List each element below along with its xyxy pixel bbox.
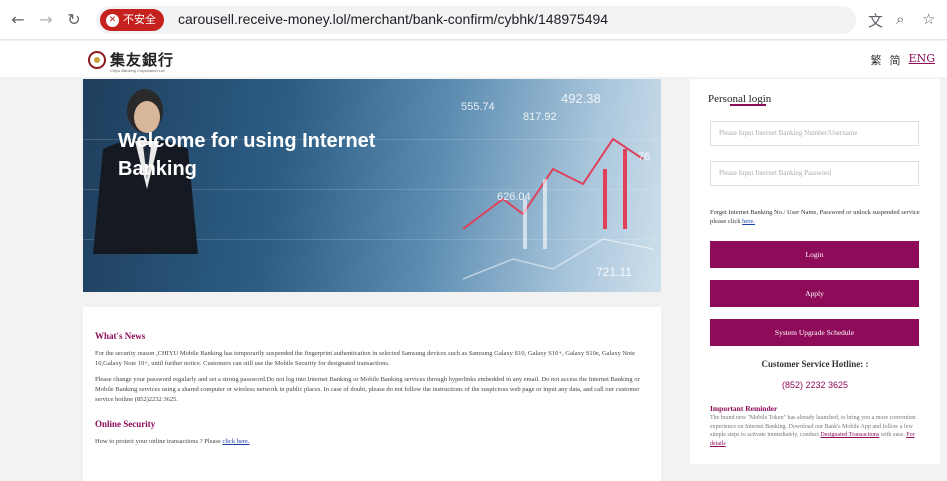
apply-button[interactable]: Apply [710, 280, 919, 307]
hotline-number: (852) 2232 3625 [781, 380, 849, 390]
translate-icon[interactable]: 文 [868, 10, 883, 31]
address-bar[interactable]: ✕ 不安全 carousell.receive-money.lol/mercha… [96, 6, 856, 34]
reminder-mid: with ease. [879, 432, 907, 438]
hotline-label: Customer Service Hotline: : [761, 359, 869, 369]
reminder-title: Important Reminder [710, 404, 778, 413]
logo-subtitle: Chiyu Banking Corporation Ltd [110, 68, 165, 73]
login-panel: Personal login Please Input Internet Ban… [690, 79, 940, 464]
online-security-heading: Online Security [95, 419, 156, 429]
forward-icon[interactable]: → [36, 10, 56, 30]
news-paragraph: For the security reason ,CHIYU Mobile Ba… [95, 350, 635, 367]
bank-logo[interactable]: 集友銀行 [88, 49, 174, 70]
lang-english[interactable]: ENG [909, 52, 935, 68]
security-label: 不安全 [123, 14, 156, 26]
upgrade-schedule-button[interactable]: System Upgrade Schedule [710, 319, 919, 346]
password-input[interactable]: Please Input Internet Banking Password [710, 161, 919, 186]
lang-simplified[interactable]: 简 [890, 52, 901, 68]
back-icon[interactable]: ← [8, 10, 28, 30]
hero-number: 817.92 [523, 111, 557, 123]
reminder-text: The brand new "Mobile Token" has already… [710, 414, 925, 448]
forgot-here-link[interactable]: here. [742, 218, 755, 225]
reload-icon[interactable]: ↻ [64, 10, 84, 30]
logo-text: 集友銀行 [110, 51, 175, 69]
news-card: What's News For the security reason ,CHI… [83, 307, 661, 481]
hero-number: 626.04 [497, 191, 531, 203]
whats-news-heading: What's News [95, 331, 146, 341]
hero-banner: Welcome for using Internet Banking 555.7… [83, 79, 661, 292]
warning-icon: ✕ [106, 13, 119, 27]
browser-toolbar: ← → ↻ ✕ 不安全 carousell.receive-money.lol/… [0, 0, 947, 40]
hero-number: 555.74 [461, 101, 495, 113]
forgot-text: Forget Internet Banking No./ User Name, … [710, 208, 920, 226]
title-underline [730, 104, 766, 106]
hero-number: 76 [638, 151, 651, 163]
login-button[interactable]: Login [710, 241, 919, 268]
language-switcher: 繁 简 ENG [871, 52, 935, 68]
username-input[interactable]: Please Input Internet Banking Number/Use… [710, 121, 919, 146]
designated-transactions-link[interactable]: Designated Transactions [820, 432, 879, 438]
hero-number: 721.11 [596, 265, 632, 279]
page-content: 集友銀行 Chiyu Banking Corporation Ltd 繁 简 E… [0, 41, 947, 481]
star-icon[interactable]: ☆ [922, 10, 935, 28]
hero-title: Welcome for using Internet Banking [118, 130, 376, 180]
click-here-link[interactable]: click here. [222, 438, 249, 445]
logo-emblem-icon [88, 50, 106, 69]
security-text-label: How to protect your online transactions … [95, 438, 223, 445]
url-text[interactable]: carousell.receive-money.lol/merchant/ban… [178, 11, 608, 27]
security-text: How to protect your online transactions … [95, 437, 649, 447]
zoom-icon[interactable]: ⌕ [896, 10, 904, 28]
security-chip[interactable]: ✕ 不安全 [100, 9, 164, 31]
lang-traditional[interactable]: 繁 [871, 52, 882, 68]
site-header: 集友銀行 Chiyu Banking Corporation Ltd 繁 简 E… [0, 41, 947, 77]
news-paragraph: Please change your password regularly an… [95, 376, 640, 403]
hero-number: 492.38 [561, 91, 601, 106]
